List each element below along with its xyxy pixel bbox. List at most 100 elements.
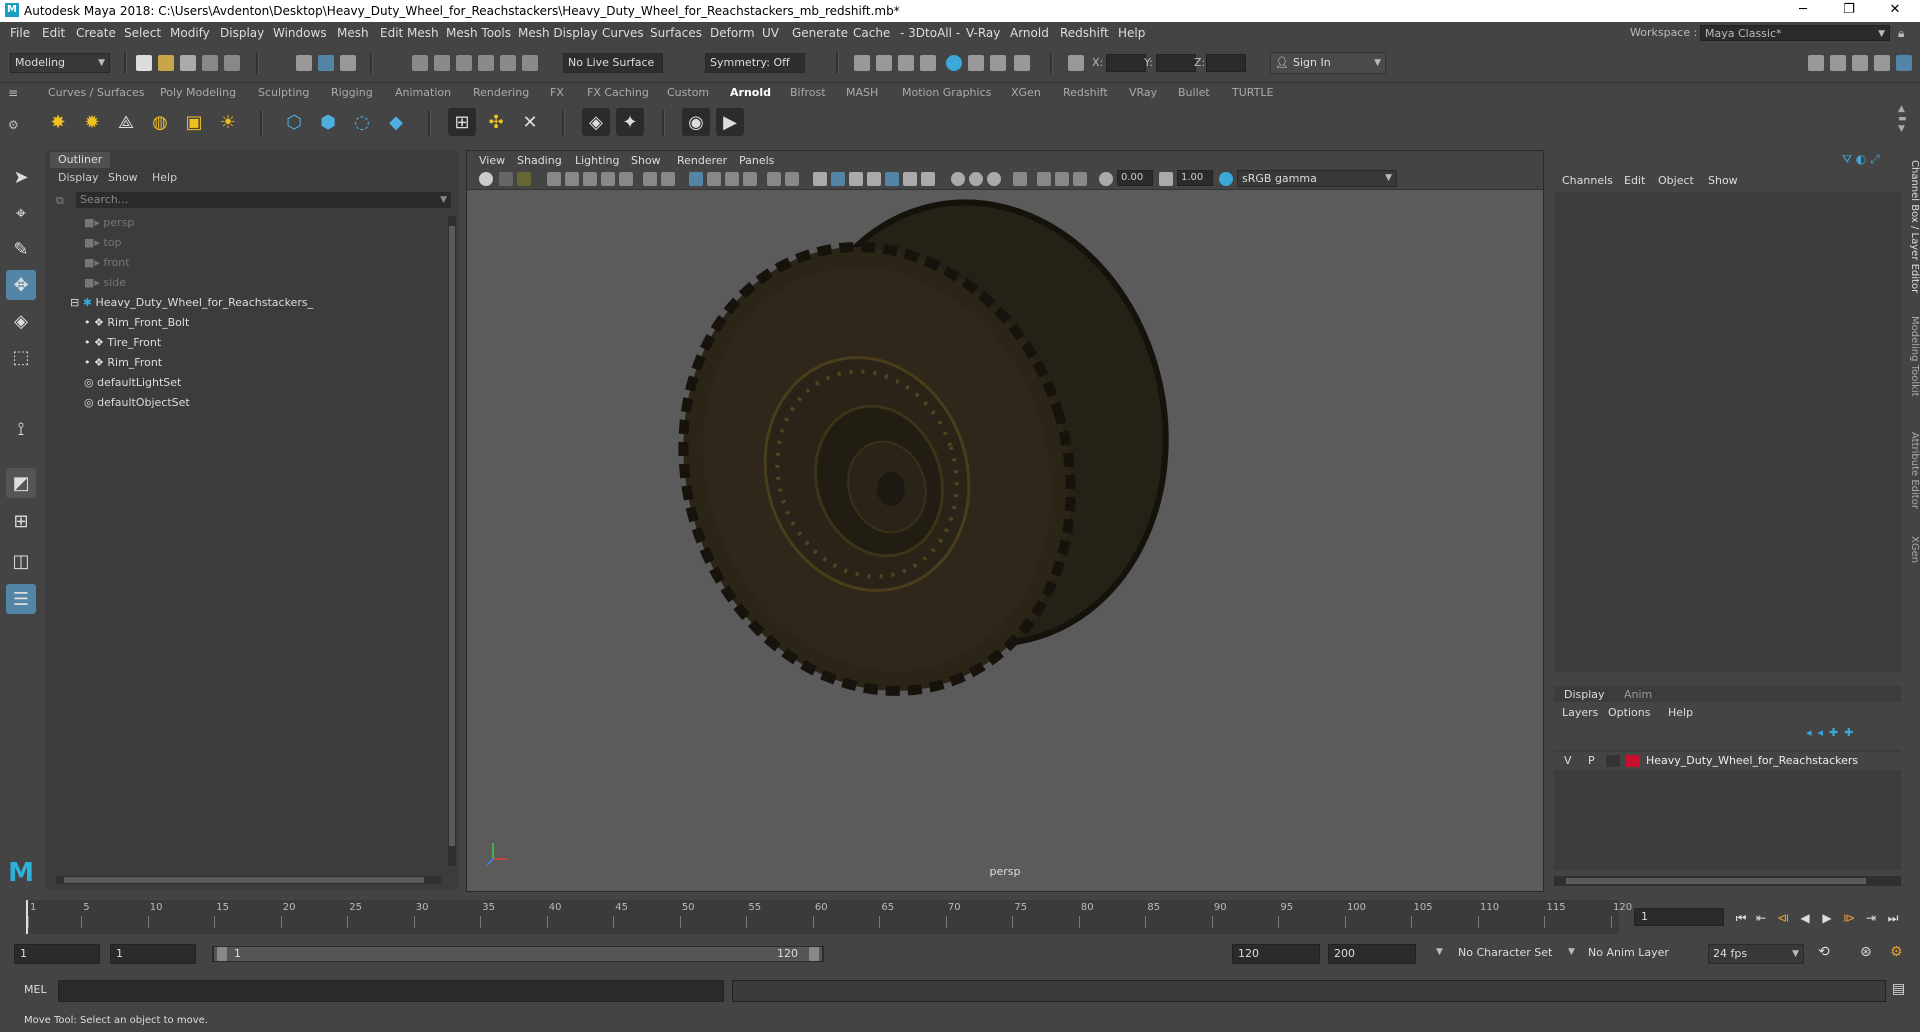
render-view-icon[interactable]	[968, 55, 984, 71]
snap-curve-icon[interactable]	[434, 55, 450, 71]
step-back-frame-icon[interactable]: ⧏	[1774, 908, 1792, 928]
arnold-render-icon[interactable]: ▶	[716, 108, 744, 136]
menu-deform[interactable]: Deform	[710, 26, 755, 40]
playback-start-field[interactable]: 1	[110, 944, 196, 964]
outliner-menu-help[interactable]: Help	[152, 171, 177, 184]
channels-menu-edit[interactable]: Edit	[1624, 174, 1645, 187]
channels-menu-channels[interactable]: Channels	[1562, 174, 1613, 187]
undo-icon[interactable]	[202, 55, 218, 71]
shelf-tab-animation[interactable]: Animation	[395, 86, 451, 99]
wireframe-icon[interactable]	[689, 172, 703, 186]
layer-toolbar-icons[interactable]: ◂◂✚✚	[1806, 726, 1898, 740]
open-scene-icon[interactable]	[158, 55, 174, 71]
pause-render-icon[interactable]	[1014, 55, 1030, 71]
shelf-tab-xgen[interactable]: XGen	[1011, 86, 1041, 99]
tool-settings-icon[interactable]	[1874, 55, 1890, 71]
make-live-icon[interactable]	[522, 55, 538, 71]
layer-menu-options[interactable]: Options	[1608, 706, 1650, 719]
film-gate-icon[interactable]	[643, 172, 657, 186]
color-management-icon[interactable]	[1219, 172, 1233, 186]
menu-help[interactable]: Help	[1118, 26, 1145, 40]
render-selected-icon[interactable]: ✣	[482, 108, 510, 136]
script-editor-icon[interactable]: ▤	[1892, 981, 1905, 997]
side-tab-modeling-toolkit[interactable]: Modeling Toolkit	[1905, 316, 1920, 397]
step-back-key-icon[interactable]: ⇤	[1752, 908, 1770, 928]
range-slider-track[interactable]: 1 120	[212, 946, 824, 962]
outliner-item-front[interactable]: ■▸ front	[84, 254, 130, 272]
viewport-menu-lighting[interactable]: Lighting	[575, 154, 619, 167]
light-portal-icon[interactable]: ▣	[180, 108, 208, 136]
go-to-start-icon[interactable]: ⏮	[1732, 908, 1750, 928]
screen-space-ao-icon[interactable]	[903, 172, 917, 186]
shelf-tab-curves-surfaces[interactable]: Curves / Surfaces	[48, 86, 145, 99]
scale-tool-icon[interactable]: ⬚	[6, 342, 36, 372]
depth-of-field-icon[interactable]	[969, 172, 983, 186]
channel-box-icon[interactable]	[1896, 55, 1912, 71]
move-tool-icon[interactable]: ✥	[6, 270, 36, 300]
snap-projected-icon[interactable]	[478, 55, 494, 71]
play-forward-icon[interactable]: ▶	[1818, 908, 1836, 928]
image-plane-icon[interactable]	[565, 172, 579, 186]
outliner-scroll-thumb[interactable]	[449, 226, 455, 846]
transform-mode-icon[interactable]	[1068, 55, 1084, 71]
shelf-tab-arnold[interactable]: Arnold	[730, 86, 771, 99]
two-d-pan-zoom-icon[interactable]	[583, 172, 597, 186]
shelf-menu-icon[interactable]: ≡	[8, 86, 22, 100]
z-field[interactable]	[1206, 54, 1246, 72]
anti-aliasing-icon[interactable]	[951, 172, 965, 186]
anim-layer-label[interactable]: No Anim Layer	[1588, 946, 1669, 959]
xray-icon[interactable]	[1013, 172, 1027, 186]
timeline-ruler[interactable]: 1 5 10 15 20 25 30 35 40 45 50 55 60 65 70 75 80 85 90 95 10…	[26, 900, 1632, 934]
minimize-button[interactable]: ─	[1780, 0, 1826, 22]
layer-type-toggle[interactable]	[1606, 755, 1620, 767]
mesh-light-icon[interactable]: ✹	[78, 108, 106, 136]
character-set-label[interactable]: No Character Set	[1458, 946, 1552, 959]
xray-components-icon[interactable]	[1055, 172, 1069, 186]
outliner-hscroll-thumb[interactable]	[64, 877, 424, 883]
live-surface-field[interactable]: No Live Surface	[563, 53, 663, 73]
new-scene-icon[interactable]	[136, 55, 152, 71]
loop-icon[interactable]: ⟲	[1818, 944, 1830, 960]
shelf-tab-sculpting[interactable]: Sculpting	[258, 86, 309, 99]
mel-command-input[interactable]	[58, 980, 724, 1002]
shadows-icon[interactable]	[885, 172, 899, 186]
channel-box-toolbar-icons[interactable]: ⛛ ◐ ⤢	[1842, 152, 1902, 168]
shelf-tab-turtle[interactable]: TURTLE	[1232, 86, 1273, 99]
step-forward-frame-icon[interactable]: ⧐	[1840, 908, 1858, 928]
safe-action-icon[interactable]	[767, 172, 781, 186]
viewport-menu-show[interactable]: Show	[631, 154, 661, 167]
side-tab-xgen[interactable]: XGen	[1905, 536, 1920, 563]
x-field[interactable]	[1106, 54, 1146, 72]
select-camera-icon[interactable]	[479, 172, 493, 186]
layer-row[interactable]: V P Heavy_Duty_Wheel_for_Reachstackers	[1554, 752, 1901, 770]
menu-modify[interactable]: Modify	[170, 26, 210, 40]
menu-cache[interactable]: Cache	[853, 26, 890, 40]
smooth-shade-icon[interactable]	[707, 172, 721, 186]
outliner-horizontal-scrollbar[interactable]	[56, 876, 441, 884]
wireframe-shaded-icon[interactable]	[813, 172, 827, 186]
menu-redshift[interactable]: Redshift	[1060, 26, 1109, 40]
workspace-dropdown[interactable]: Maya Classic* ▼	[1700, 25, 1890, 41]
outliner-layout-icon[interactable]: ☰	[6, 584, 36, 614]
viewport-menu-shading[interactable]: Shading	[517, 154, 562, 167]
shaded-icon[interactable]	[831, 172, 845, 186]
view-transform-dropdown[interactable]: sRGB gamma ▼	[1237, 170, 1397, 187]
range-start-handle[interactable]	[217, 947, 227, 961]
lasso-tool-icon[interactable]: ⌖	[6, 198, 36, 228]
lock-camera-icon[interactable]	[499, 172, 513, 186]
scene-canvas[interactable]	[467, 189, 1543, 889]
save-scene-icon[interactable]	[180, 55, 196, 71]
tx-manager-icon[interactable]: ◈	[582, 108, 610, 136]
outliner-item-persp[interactable]: ■▸ persp	[84, 214, 134, 232]
skydome-light-icon[interactable]: ◍	[146, 108, 174, 136]
search-options-icon[interactable]: ⧉	[56, 194, 64, 208]
play-backward-icon[interactable]: ◀	[1796, 908, 1814, 928]
rotate-tool-icon[interactable]: ◈	[6, 306, 36, 336]
menu-edit-mesh[interactable]: Edit Mesh	[380, 26, 439, 40]
shelf-tab-bifrost[interactable]: Bifrost	[790, 86, 826, 99]
gamma-field[interactable]: 1.00	[1177, 170, 1213, 186]
gamma-icon[interactable]	[1159, 172, 1173, 186]
fps-dropdown[interactable]: 24 fps ▼	[1708, 944, 1804, 964]
layer-visibility-toggle[interactable]: V	[1564, 754, 1572, 767]
menu-set-dropdown[interactable]: Modeling ▼	[10, 53, 110, 73]
